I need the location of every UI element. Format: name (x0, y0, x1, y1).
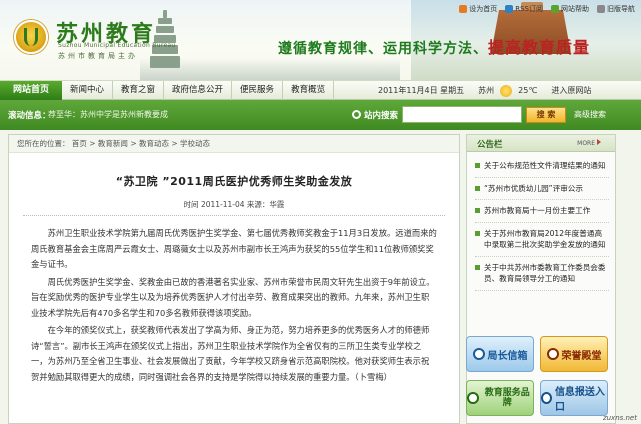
notice-item[interactable]: 关于公布规范性文件清理结果的通知 (475, 155, 609, 178)
service-icon (467, 392, 479, 404)
watermark: zuxns.net (602, 414, 637, 422)
search-label: 站内搜索 (352, 109, 398, 121)
help-icon (551, 5, 559, 13)
nav-home-tab[interactable]: 网站首页 (0, 81, 62, 100)
article-title: “苏卫院 ”2011周氏医护优秀师生奖助金发放 (115, 175, 353, 188)
bullet-icon (475, 163, 480, 168)
ticker-search-bar: 滚动信息： 荐至华：苏州中学是苏州新教要成 站内搜索 搜 索 高级搜索 (0, 100, 641, 130)
notice-board-header: 公告栏 MORE (467, 135, 615, 152)
notice-item[interactable]: 苏州市教育局十一月份主要工作 (475, 200, 609, 223)
more-link[interactable]: MORE (577, 139, 601, 147)
notice-board-title: 公告栏 (477, 140, 503, 150)
nav-item-education-window[interactable]: 教育之窗 (113, 81, 165, 100)
trophy-icon (546, 348, 559, 360)
home-icon (459, 5, 468, 13)
nav-item-services[interactable]: 便民服务 (232, 81, 284, 100)
advanced-search-link[interactable]: 高级搜索 (574, 109, 606, 120)
ticker-label: 滚动信息： (8, 111, 51, 121)
info-report-banner[interactable]: 信息报送入口 (540, 380, 608, 416)
ticker-text[interactable]: 荐至华：苏州中学是苏州新教要成 (48, 109, 168, 120)
weather-city: 苏州 (478, 86, 495, 95)
old-nav-link[interactable]: 旧版导航 (597, 4, 635, 14)
article-panel: 您所在的位置： 首页 > 教育新闻 > 教育动态 > 学校动态 “苏卫院 ”20… (8, 134, 460, 424)
bullet-icon (475, 208, 480, 213)
bureau-logo[interactable] (14, 20, 48, 54)
site-header: 苏州教育 Suzhou Municipal Education Bureau 苏… (0, 0, 641, 80)
nav-item-overview[interactable]: 教育概览 (283, 81, 335, 100)
search-button[interactable]: 搜 索 (526, 106, 567, 123)
enter-old-site-link[interactable]: 进入原网站 (551, 85, 591, 96)
site-title-en: Suzhou Municipal Education Bureau (58, 42, 176, 49)
search-input[interactable] (402, 106, 523, 123)
arrow-icon (597, 139, 601, 145)
nav-item-news[interactable]: 新闻中心 (62, 81, 114, 100)
bullet-icon (475, 230, 480, 236)
nav-item-gov-info[interactable]: 政府信息公开 (164, 81, 233, 100)
bullet-icon (475, 185, 480, 191)
upload-icon (541, 392, 552, 404)
notice-item[interactable]: “苏州市优质幼儿园”评审公示 (475, 178, 609, 200)
education-service-banner[interactable]: 教育服务品牌 (466, 380, 534, 416)
help-link[interactable]: 网站帮助 (551, 4, 589, 14)
sunny-icon (500, 84, 513, 97)
rss-link[interactable]: RSS订阅 (505, 4, 543, 14)
top-links: 设为首页 RSS订阅 网站帮助 旧版导航 (459, 4, 635, 14)
mail-icon (472, 348, 485, 360)
bullet-icon (475, 264, 480, 270)
notice-item[interactable]: 关于苏州市教育局2012年度普通高中录取第二批次奖助学金发放的通知 (475, 223, 609, 257)
nav-icon (597, 5, 605, 13)
article-meta: 时间 2011-11-04 来源：华霞 (23, 199, 445, 216)
site-subtitle: 苏州市教育局主办 (58, 52, 138, 60)
notice-list: 关于公布规范性文件清理结果的通知 “苏州市优质幼儿园”评审公示 苏州市教育局十一… (467, 152, 615, 291)
article-paragraph: 苏州卫生职业技术学院第九届周氏优秀医护生奖学金、第七届优秀教师奖教金于11月3日… (31, 228, 437, 269)
search-icon (352, 110, 361, 119)
rss-icon (505, 5, 514, 13)
quick-banners: 局长信箱 荣誉殿堂 教育服务品牌 信息报送入口 (466, 336, 616, 422)
set-homepage-link[interactable]: 设为首页 (459, 4, 497, 14)
article-paragraph: 周氏优秀医护生奖学金、奖教金由已故的香港著名实业家、苏州市荣誉市民周文轩先生出资… (31, 276, 435, 318)
article-body: 苏州卫生职业技术学院第九届周氏优秀医护生奖学金、第七届优秀教师奖教金于11月3日… (9, 216, 459, 385)
director-mailbox-banner[interactable]: 局长信箱 (466, 336, 534, 372)
header-slogan: 遵循教育规律、运用科学方法、提高教育质量 (278, 38, 591, 57)
current-date: 2011年11月4日 星期五 (378, 86, 465, 95)
weather-temperature: 25℃ (518, 86, 538, 95)
honor-hall-banner[interactable]: 荣誉殿堂 (540, 336, 608, 372)
main-nav: 网站首页 新闻中心 教育之窗 政府信息公开 便民服务 教育概览 2011年11月… (0, 80, 641, 100)
site-search: 站内搜索 搜 索 高级搜索 (352, 106, 606, 123)
notice-item[interactable]: 关于中共苏州市委教育工作委员会委员、教育局领导分工的通知 (475, 257, 609, 291)
breadcrumb[interactable]: 您所在的位置： 首页 > 教育新闻 > 教育动态 > 学校动态 (9, 135, 459, 153)
article-paragraph: 在今年的颁奖仪式上，获奖教师代表发出了学高为师、身正为范，努力培养更多的优秀医务… (31, 325, 430, 382)
